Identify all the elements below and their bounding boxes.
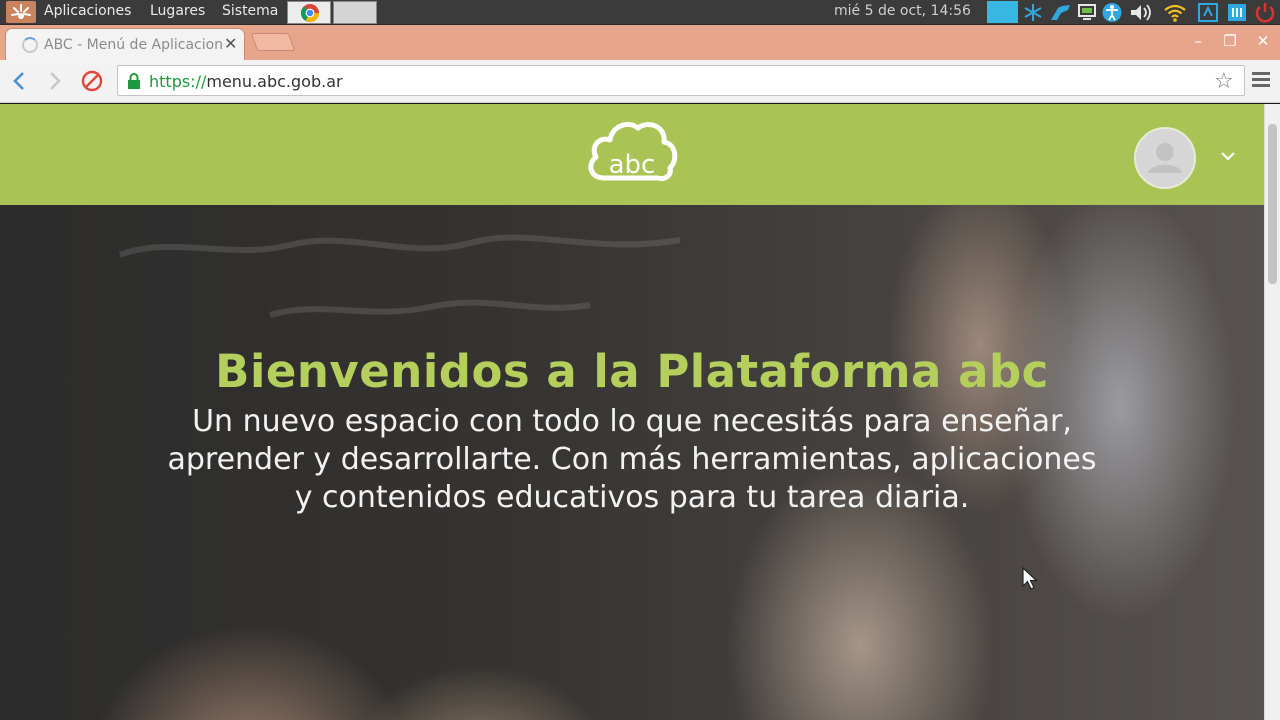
network-manager-icon[interactable] [1225, 2, 1249, 23]
loading-spinner-icon [22, 37, 38, 53]
url-text: https://menu.abc.gob.ar [149, 72, 343, 91]
window-close-button[interactable]: ✕ [1248, 30, 1278, 52]
bookmark-star-icon[interactable]: ☆ [1214, 69, 1234, 94]
power-icon[interactable] [1254, 2, 1276, 23]
page-scrollbar[interactable] [1264, 104, 1280, 720]
maximize-button[interactable]: ❐ [1215, 30, 1245, 52]
browser-tab-strip: ABC - Menú de Aplicaciones ✕ – ❐ ✕ [0, 25, 1280, 60]
user-avatar[interactable] [1134, 127, 1196, 189]
url-scheme: https:// [149, 72, 207, 91]
back-arrow-icon[interactable] [7, 68, 33, 94]
browser-toolbar: https://menu.abc.gob.ar ☆ [0, 60, 1280, 103]
tab-abc-menu[interactable]: ABC - Menú de Aplicaciones ✕ [6, 29, 244, 60]
system-clock[interactable]: mié 5 de oct, 14:56 [834, 3, 971, 19]
forward-arrow-icon[interactable] [41, 68, 67, 94]
menu-aplicaciones[interactable]: Aplicaciones [44, 3, 131, 19]
address-bar[interactable]: https://menu.abc.gob.ar ☆ [117, 65, 1245, 96]
hero-title: Bienvenidos a la Plataforma abc [215, 345, 1049, 398]
hero-subtitle: Un nuevo espacio con todo lo que necesit… [167, 404, 1097, 515]
accessibility-icon[interactable] [1100, 2, 1124, 23]
scrollbar-thumb[interactable] [1268, 124, 1277, 284]
menu-lugares[interactable]: Lugares [150, 3, 205, 19]
minimize-button[interactable]: – [1183, 30, 1213, 52]
network-computer-icon[interactable] [1076, 2, 1098, 23]
volume-icon[interactable] [1128, 2, 1154, 23]
user-silhouette-icon [1148, 143, 1182, 173]
close-icon[interactable]: ✕ [224, 34, 237, 53]
tab-title: ABC - Menú de Aplicaciones [44, 37, 222, 53]
hero-banner: Bienvenidos a la Plataforma abc Un nuevo… [0, 205, 1264, 720]
hand-pointer-icon[interactable] [1048, 2, 1074, 23]
url-host: menu.abc.gob.ar [206, 72, 343, 91]
stop-loading-icon[interactable] [79, 68, 105, 94]
mouse-pointer-icon [1022, 567, 1038, 590]
wifi-icon[interactable] [1163, 2, 1187, 23]
lock-icon [128, 73, 140, 89]
chrome-menu-icon[interactable] [1252, 72, 1270, 88]
taskbar-window-button[interactable] [333, 1, 377, 24]
app-menu-logo-icon[interactable] [6, 1, 36, 23]
taskbar-chrome-button[interactable] [287, 1, 331, 24]
site-header: abc [0, 104, 1264, 205]
system-panel: Aplicaciones Lugares Sistema mié 5 de oc… [0, 0, 1280, 25]
workspace-indicator[interactable] [987, 1, 1018, 23]
page-viewport: abc Bienvenidos a la Plataforma abc Un n… [0, 104, 1264, 720]
new-tab-button[interactable] [250, 33, 296, 51]
snowflake-icon[interactable] [1022, 2, 1044, 23]
chrome-icon [300, 4, 319, 23]
abc-cloud-logo[interactable]: abc [584, 116, 680, 188]
logo-text: abc [609, 150, 656, 180]
chevron-down-icon[interactable] [1219, 147, 1237, 165]
update-arrows-icon[interactable] [1196, 2, 1220, 23]
menu-sistema[interactable]: Sistema [222, 3, 278, 19]
